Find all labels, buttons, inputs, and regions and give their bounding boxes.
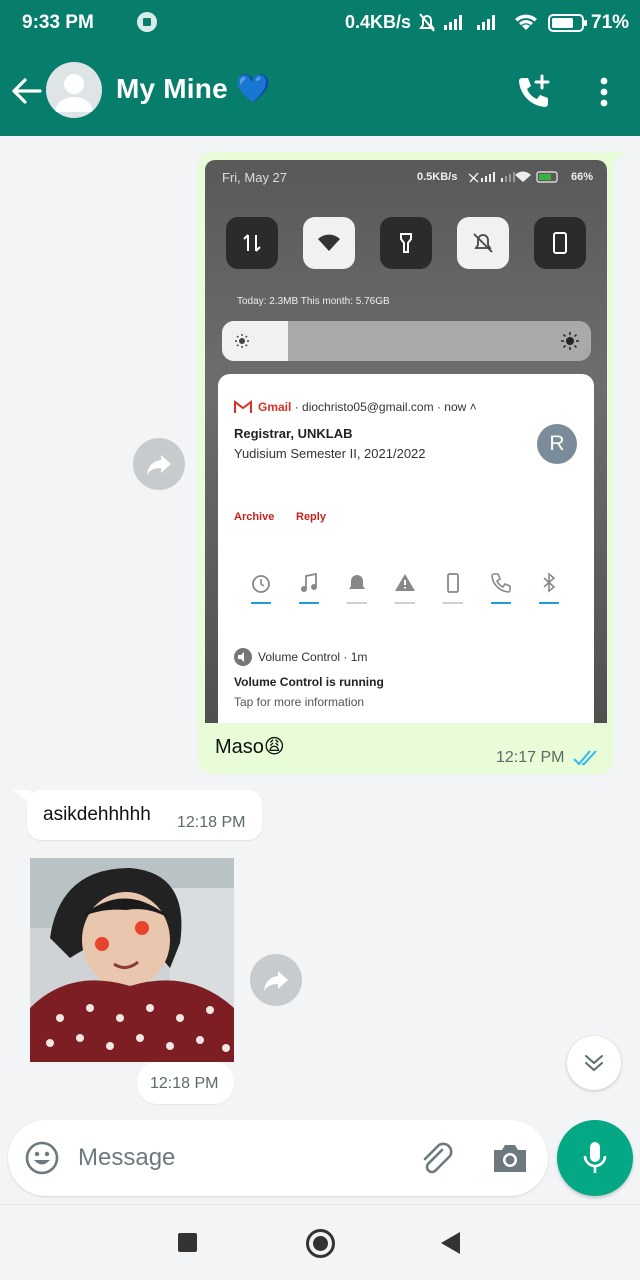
emoji-button[interactable] — [24, 1140, 60, 1176]
reply-action: Reply — [296, 511, 326, 523]
screenshot-battery: 66% — [571, 171, 594, 183]
microphone-icon — [583, 1142, 607, 1173]
camera-button[interactable] — [490, 1140, 530, 1178]
contact-avatar[interactable] — [46, 62, 102, 118]
forward-button-1[interactable] — [133, 438, 185, 490]
message-composer — [8, 1120, 548, 1196]
status-net-speed: 0.4KB/s — [345, 12, 412, 32]
outgoing-time: 12:17 PM — [496, 749, 565, 766]
brightness-fill — [222, 321, 288, 361]
system-navigation-bar — [0, 1204, 640, 1280]
brightness-low-icon — [235, 334, 249, 348]
avatar-icon — [55, 74, 93, 112]
screenshot-status-icons — [468, 171, 558, 183]
call-icon — [491, 573, 511, 593]
archive-action: Archive — [234, 511, 275, 523]
incoming-text: asikdehhhhh — [43, 804, 151, 825]
more-options-button[interactable] — [590, 74, 618, 110]
forward-icon — [147, 455, 171, 475]
child-photo-image — [30, 858, 234, 1062]
brightness-high-icon — [561, 332, 579, 350]
bell-icon — [349, 575, 365, 589]
wifi-toggle-tile — [303, 217, 355, 269]
battery-icon — [548, 14, 587, 32]
back-button[interactable] — [10, 74, 44, 108]
forward-icon — [264, 971, 288, 991]
mute-icon — [473, 233, 493, 253]
wifi-icon — [318, 234, 340, 251]
more-vert-icon — [600, 77, 608, 107]
warning-icon — [395, 574, 415, 591]
flashlight-icon — [400, 233, 412, 253]
forward-button-2[interactable] — [250, 954, 302, 1006]
mute-icon — [419, 13, 435, 32]
volume-indicator-icon — [137, 12, 157, 32]
message-input[interactable] — [78, 1140, 398, 1176]
recents-button[interactable] — [178, 1233, 197, 1252]
data-transfer-icon — [243, 234, 261, 252]
mute-tile — [457, 217, 509, 269]
volume-body: Tap for more information — [234, 695, 365, 709]
volume-title: Volume Control is running — [234, 675, 384, 689]
signal-icon-1 — [444, 15, 462, 30]
outgoing-caption: Maso😩 — [215, 736, 285, 758]
brightness-slider — [222, 321, 591, 361]
wifi-icon — [515, 14, 537, 30]
gmail-app-line: Gmail · diochristo05@gmail.com · now ˄ — [258, 400, 477, 414]
status-icons — [418, 10, 588, 41]
emoji-icon — [25, 1141, 59, 1175]
nav-back-button[interactable] — [441, 1232, 460, 1254]
screenshot-date: Fri, May 27 — [222, 170, 288, 185]
shared-screenshot-image[interactable]: Fri, May 27 0.5KB/s 66% Today: 2.3MB Thi… — [205, 160, 607, 723]
gmail-body: Yudisium Semester II, 2021/2022 — [234, 446, 426, 461]
status-bar: 9:33 PM 0.4KB/s 71% — [0, 0, 640, 46]
camera-icon — [494, 1145, 526, 1172]
back-arrow-icon — [12, 78, 42, 104]
screenshot-data-usage: Today: 2.3MB This month: 5.76GB — [237, 296, 390, 307]
incoming-text-time: 12:18 PM — [177, 814, 246, 831]
home-button[interactable] — [306, 1229, 335, 1258]
rotation-tile — [534, 217, 586, 269]
scroll-to-bottom-button[interactable] — [567, 1036, 621, 1090]
alarm-icon — [252, 575, 270, 593]
app-bar: My Mine 💙 — [0, 56, 640, 126]
gmail-icon — [234, 400, 252, 413]
double-chevron-down-icon — [585, 1055, 603, 1072]
sender-avatar: R — [537, 424, 577, 464]
gmail-notification: Gmail · diochristo05@gmail.com · now ˄ R… — [218, 374, 594, 723]
add-call-icon — [519, 74, 550, 107]
volume-app-line: Volume Control · 1m — [258, 650, 368, 664]
screenshot-net-speed: 0.5KB/s — [417, 171, 458, 183]
incoming-photo[interactable] — [30, 858, 234, 1062]
volume-control-icon — [234, 648, 252, 666]
bluetooth-icon — [543, 572, 556, 593]
top-bar: 9:33 PM 0.4KB/s 71% My Mine 💙 — [0, 0, 640, 136]
voice-message-button[interactable] — [557, 1120, 633, 1196]
attach-button[interactable] — [418, 1140, 456, 1178]
contact-name[interactable]: My Mine 💙 — [116, 72, 271, 105]
phone-icon — [447, 573, 459, 593]
paperclip-icon — [423, 1142, 453, 1174]
data-toggle-tile — [226, 217, 278, 269]
flashlight-tile — [380, 217, 432, 269]
gmail-title: Registrar, UNKLAB — [234, 426, 353, 441]
phone-rotate-icon — [553, 232, 567, 254]
music-icon — [301, 572, 317, 592]
add-call-button[interactable] — [514, 72, 554, 112]
status-battery-pct: 71% — [591, 12, 630, 33]
status-time: 9:33 PM — [22, 12, 94, 33]
incoming-photo-time: 12:18 PM — [137, 1062, 234, 1104]
read-ticks-icon — [573, 750, 597, 766]
signal-icon-2 — [477, 15, 495, 30]
